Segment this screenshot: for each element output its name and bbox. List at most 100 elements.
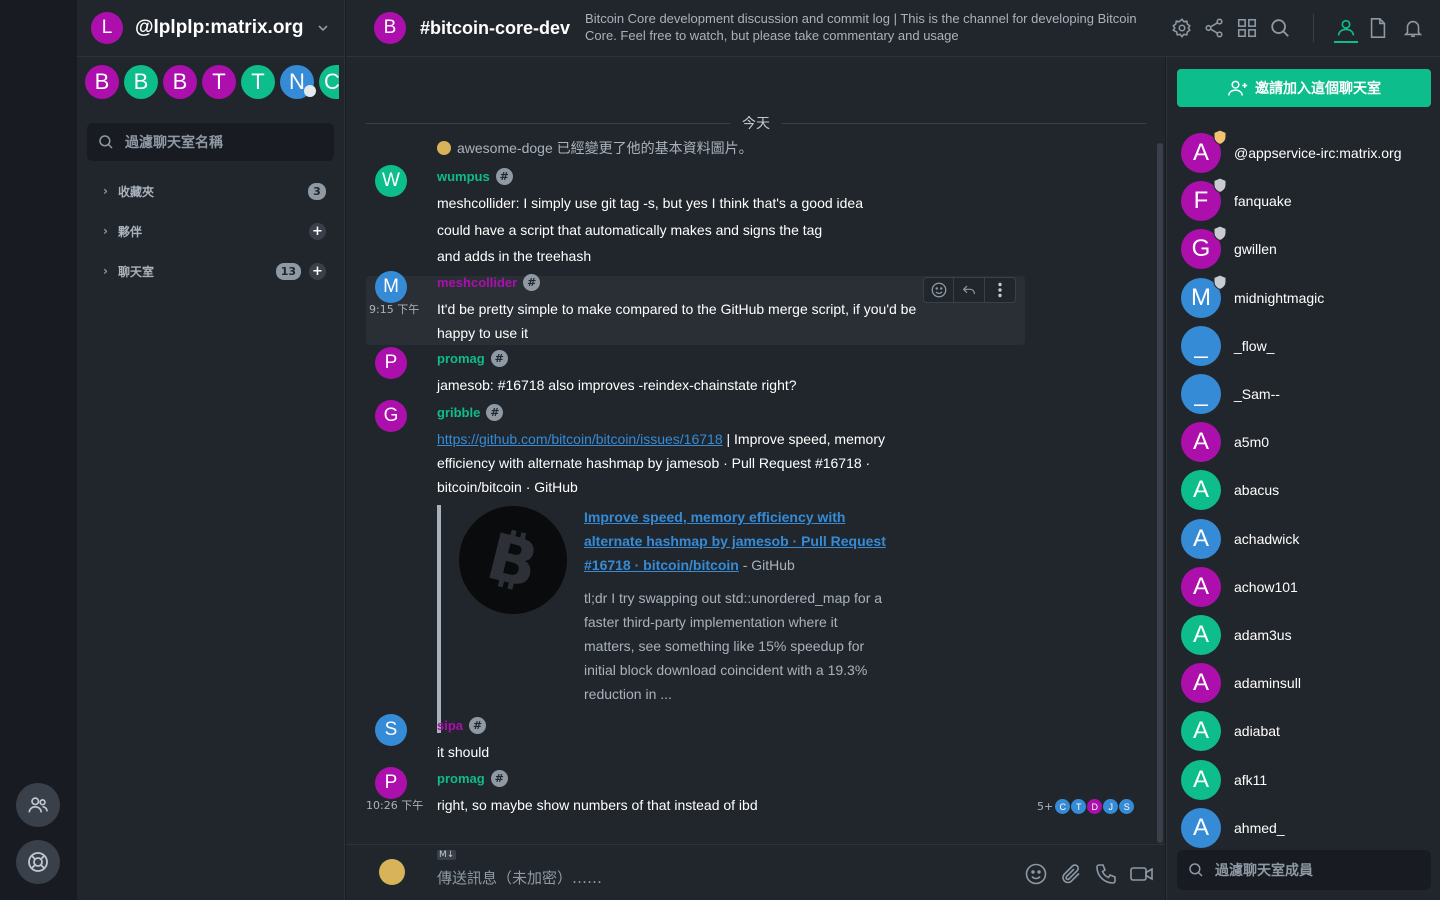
member-row[interactable]: Aachadwick [1181,518,1431,560]
preview-description: tl;dr I try swapping out std::unordered_… [584,586,924,706]
member-filter-input[interactable]: 過濾聊天室成員 [1177,850,1431,890]
preview-image[interactable]: B [459,506,567,614]
room-avatar[interactable]: B [374,12,406,44]
options-button[interactable] [985,278,1015,302]
member-name: fanquake [1234,193,1292,209]
search-button[interactable] [1268,16,1292,40]
reply-button[interactable] [954,278,985,302]
help-button[interactable] [16,840,60,884]
voice-call-button[interactable] [1094,862,1118,890]
date-separator: 今天 [366,113,1146,133]
react-button[interactable] [924,278,955,302]
member-row[interactable]: Aadam3us [1181,614,1431,656]
files-button[interactable] [1366,16,1390,40]
sender-name[interactable]: wumpus [437,169,490,184]
section-rooms[interactable]: › 聊天室 13 + [77,251,344,291]
recent-room-avatar[interactable]: T [241,65,275,99]
preview-title-line[interactable]: alternate hashmap by jamesob · Pull Requ… [584,533,886,549]
preview-title[interactable]: Improve speed, memory efficiency with al… [584,505,924,577]
room-filter-input[interactable]: 過濾聊天室名稱 [87,123,334,161]
settings-button[interactable] [1170,16,1194,40]
preview-title-line[interactable]: Improve speed, memory efficiency with [584,509,845,525]
date-separator-label: 今天 [742,116,770,132]
member-row[interactable]: Aa5m0 [1181,421,1431,463]
notifications-button[interactable] [1401,16,1425,40]
message-timestamp[interactable]: 9:15 下午 [369,301,419,317]
sender-avatar[interactable]: G [375,400,407,432]
irc-hash-icon: # [490,770,508,787]
message-line: could have a script that automatically m… [437,222,823,238]
member-row[interactable]: Ffanquake [1181,177,1431,222]
invite-button[interactable]: 邀請加入這個聊天室 [1177,69,1431,107]
sender-name[interactable]: gribble [437,405,480,420]
message-header: promag # [437,348,508,367]
timeline-scrollbar[interactable] [1157,143,1163,843]
phone-icon [1096,864,1116,884]
sender-avatar[interactable]: S [375,714,407,746]
member-row[interactable]: Aahmed_ [1181,807,1431,849]
member-row[interactable]: Mmidnightmagic [1181,274,1431,319]
sender-name[interactable]: promag [437,351,485,366]
recent-room-avatar[interactable]: T [202,65,236,99]
member-name: adam3us [1234,627,1292,643]
emoji-button[interactable] [1024,862,1048,890]
message-header: meshcollider # [437,272,541,291]
message-link[interactable]: https://github.com/bitcoin/bitcoin/issue… [437,431,723,447]
people-button[interactable] [16,783,60,827]
message-body: https://github.com/bitcoin/bitcoin/issue… [437,427,885,499]
recent-room-avatar[interactable]: B [163,65,197,99]
member-row[interactable]: Aadaminsull [1181,662,1431,704]
member-row[interactable]: Aafk11 [1181,759,1431,801]
room-filter-placeholder: 過濾聊天室名稱 [125,135,223,151]
sender-name[interactable]: sipa [437,718,463,733]
chevron-right-icon: › [103,184,108,198]
sender-name[interactable]: meshcollider [437,275,517,290]
room-name[interactable]: #bitcoin-core-dev [420,18,570,39]
member-name: @appservice-irc:matrix.org [1234,145,1402,161]
sender-avatar[interactable]: P [375,347,407,379]
member-row[interactable]: _ _flow_ [1181,325,1431,367]
user-menu[interactable]: L @lplplp:matrix.org [77,0,344,57]
member-name: _Sam-- [1234,386,1280,402]
recent-room-avatar[interactable]: N [280,65,316,99]
space-panel [0,0,77,900]
video-camera-icon [1130,867,1153,881]
message-timestamp[interactable]: 10:26 下午 [366,797,423,813]
section-favourites[interactable]: › 收藏夾 3 [77,171,344,211]
member-row[interactable]: Aadiabat [1181,710,1431,752]
add-icon[interactable]: + [309,262,326,280]
recent-room-avatar[interactable]: B [85,65,119,99]
recent-room-avatar[interactable]: C [319,65,339,99]
preview-title-line[interactable]: #16718 · bitcoin/bitcoin [584,557,739,573]
message-input[interactable]: 傳送訊息（未加密）…… [437,867,602,888]
search-icon [99,135,113,149]
sender-avatar[interactable]: P [375,767,407,799]
recent-room-avatar[interactable]: B [124,65,158,99]
attach-button[interactable] [1059,862,1083,890]
irc-hash-icon: # [523,274,541,291]
sender-avatar[interactable]: W [375,165,407,197]
member-row[interactable]: A @appservice-irc:matrix.org [1181,129,1431,174]
section-people[interactable]: › 夥伴 + [77,211,344,251]
preview-desc-line: reduction in ... [584,686,672,702]
apps-button[interactable] [1235,16,1259,40]
read-receipts[interactable]: 5+ C T D J S [1037,799,1135,814]
member-row[interactable]: Aachow101 [1181,566,1431,608]
gear-icon [1172,18,1191,38]
message-line: happy to use it [437,325,529,341]
sender-avatar[interactable]: M [375,271,407,303]
sender-name[interactable]: promag [437,771,485,786]
video-call-button[interactable] [1129,862,1155,890]
unread-badge: 13 [275,262,301,280]
members-button[interactable] [1334,16,1358,40]
member-row[interactable]: _ _Sam-- [1181,373,1431,415]
share-button[interactable] [1202,16,1226,40]
irc-hash-icon: # [490,350,508,367]
member-avatar: A [1181,470,1221,510]
member-row[interactable]: Ggwillen [1181,225,1431,270]
grid-icon [1237,18,1257,38]
member-row[interactable]: Aabacus [1181,469,1431,511]
markdown-indicator[interactable]: M↓ [437,850,457,860]
room-topic[interactable]: Bitcoin Core development discussion and … [585,10,1145,46]
add-icon[interactable]: + [309,222,326,240]
